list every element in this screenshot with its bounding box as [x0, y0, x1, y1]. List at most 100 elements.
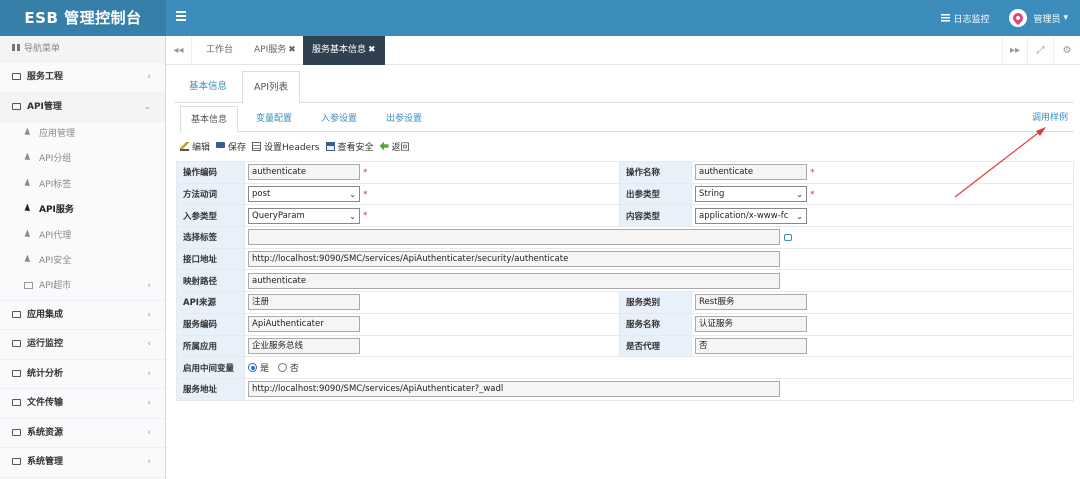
input-type-select[interactable]: QueryParam ⌄ [248, 207, 360, 224]
chevron-down-icon: ⌄ [796, 211, 803, 221]
tab-variable-config[interactable]: 变量配置 [246, 106, 302, 132]
field-cell: authenticate [244, 269, 1074, 293]
field-label: 选择标签 [176, 226, 245, 249]
sidebar-item-system-management[interactable]: 系统管理 ‹ [0, 448, 165, 478]
radio-unchecked-icon [277, 363, 287, 373]
tab-workbench[interactable]: 工作台 [197, 36, 242, 65]
sidebar-subitem-api-service[interactable]: API服务 [0, 198, 165, 223]
form-row: 所属应用 企业服务总线 是否代理 否 [176, 334, 1074, 358]
field-cell: post ⌄ * [244, 182, 620, 206]
tab-input-params[interactable]: 入参设置 [311, 106, 367, 132]
folder-icon [12, 73, 21, 80]
sidebar-subitem-api-proxy[interactable]: API代理 [0, 224, 165, 249]
form-row: 选择标签 [176, 226, 1074, 249]
sidebar-item-app-integration[interactable]: 应用集成 ‹ [0, 301, 165, 331]
service-type-field[interactable]: Rest服务 [695, 294, 807, 311]
form-row: 服务地址 http://localhost:9090/SMC/services/… [176, 377, 1074, 401]
tab-service-basic-info[interactable]: 服务基本信息 ✖ [303, 36, 385, 65]
gear-icon[interactable]: ⚙ [1054, 36, 1080, 65]
close-icon[interactable]: ✖ [368, 45, 376, 55]
field-label: 方法动词 [176, 182, 245, 206]
tab-api-list[interactable]: API列表 [242, 71, 301, 104]
log-monitor-link[interactable]: 日志监控 [941, 12, 989, 25]
field-label: 映射路径 [176, 269, 245, 293]
sidebar-subitem-api-market[interactable]: API超市 ‹ [0, 274, 165, 299]
menu-toggle-icon[interactable] [176, 11, 186, 23]
service-address-field[interactable]: http://localhost:9090/SMC/services/ApiAu… [248, 381, 780, 398]
user-menu[interactable]: 管理员 ▾ [1009, 9, 1068, 27]
field-cell [244, 226, 1074, 249]
fullscreen-icon[interactable]: ⤢ [1028, 36, 1054, 65]
folder-icon [12, 428, 21, 436]
op-code-field[interactable]: authenticate [248, 164, 360, 181]
sidebar-item-service-project[interactable]: 服务工程 ‹ [0, 63, 165, 93]
pencil-icon [180, 141, 189, 151]
call-sample-link[interactable]: 调用样例 [1032, 106, 1068, 130]
middleware-yes-radio[interactable]: 是 [248, 363, 269, 374]
folder-icon [12, 310, 21, 318]
sidebar-item-file-transfer[interactable]: 文件传输 ‹ [0, 389, 165, 419]
tab-inner-basic-info[interactable]: 基本信息 [180, 106, 239, 133]
tab-scroll-right-icon[interactable]: ▸▸ [1002, 36, 1028, 65]
field-label: 入参类型 [176, 204, 245, 228]
location-pin-icon [1011, 10, 1026, 26]
edit-label: 编辑 [192, 142, 211, 153]
field-label: 是否代理 [619, 334, 692, 358]
required-mark: * [810, 189, 815, 200]
sidebar-subitem-api-security[interactable]: API安全 [0, 249, 165, 274]
set-headers-label: 设置Headers [264, 142, 320, 153]
sidebar-group-api: API管理 ⌄ 应用管理 API分组 API标签 API服务 API代理 API… [0, 92, 165, 301]
field-label: 内容类型 [619, 204, 692, 228]
application-field[interactable]: 企业服务总线 [248, 337, 360, 354]
service-name-field[interactable]: 认证服务 [695, 316, 807, 333]
tab-label: API服务 [254, 45, 287, 55]
tag-field[interactable] [248, 229, 780, 246]
service-code-field[interactable]: ApiAuthenticater [248, 316, 360, 333]
chevron-left-icon: ‹ [147, 368, 151, 379]
set-headers-button[interactable]: 设置Headers [252, 140, 320, 153]
sidebar-item-statistics[interactable]: 统计分析 ‹ [0, 360, 165, 390]
output-type-select[interactable]: String ⌄ [695, 186, 807, 203]
chevron-down-icon: ⌄ [796, 190, 803, 200]
back-label: 返回 [391, 142, 410, 153]
field-label: 所属应用 [176, 334, 245, 358]
field-cell: ApiAuthenticater [244, 312, 620, 336]
sidebar-item-label: 运行监控 [27, 339, 64, 350]
close-icon[interactable]: ✖ [288, 45, 296, 55]
sidebar-item-api-management[interactable]: API管理 ⌄ [0, 92, 165, 122]
api-source-field[interactable]: 注册 [248, 294, 360, 311]
mapping-path-field[interactable]: authenticate [248, 272, 780, 289]
content-type-select[interactable]: application/x-www-fc ⌄ [695, 207, 807, 224]
chevron-down-icon: ⌄ [349, 190, 356, 200]
sidebar-item-system-resources[interactable]: 系统资源 ‹ [0, 419, 165, 449]
field-label: 操作名称 [619, 161, 692, 184]
op-name-field[interactable]: authenticate [695, 164, 807, 181]
required-mark: * [363, 167, 368, 178]
tab-api-service[interactable]: API服务 ✖ [245, 36, 305, 65]
view-security-button[interactable]: 查看安全 [325, 140, 374, 153]
back-arrow-icon [379, 141, 389, 151]
sidebar-subitem-app-management[interactable]: 应用管理 [0, 122, 165, 147]
tag-picker-icon[interactable] [784, 233, 792, 241]
field-cell: 企业服务总线 [244, 334, 620, 358]
method-select[interactable]: post ⌄ [248, 186, 360, 203]
window-icon [325, 141, 335, 151]
sidebar-subitem-api-group[interactable]: API分组 [0, 147, 165, 172]
tab-basic-info[interactable]: 基本信息 [178, 71, 238, 103]
tab-output-params[interactable]: 出参设置 [376, 106, 432, 132]
leaf-icon [23, 229, 33, 239]
field-cell: application/x-www-fc ⌄ [691, 204, 1074, 228]
edit-button[interactable]: 编辑 [180, 140, 210, 153]
chevron-left-icon: ‹ [147, 457, 151, 468]
tab-scroll-left-icon[interactable]: ◂◂ [166, 36, 192, 65]
save-button[interactable]: 保存 [216, 140, 246, 153]
back-button[interactable]: 返回 [379, 140, 410, 153]
sidebar-item-runtime-monitor[interactable]: 运行监控 ‹ [0, 330, 165, 360]
endpoint-field[interactable]: http://localhost:9090/SMC/services/ApiAu… [248, 251, 780, 268]
is-proxy-field[interactable]: 否 [695, 337, 807, 354]
form-row: API来源 注册 服务类别 Rest服务 [176, 291, 1074, 314]
app-logo[interactable]: ESB 管理控制台 [0, 0, 166, 36]
api-form: 操作编码 authenticate * 操作名称 authenticate * 方法… [176, 161, 1074, 401]
sidebar-subitem-api-tag[interactable]: API标签 [0, 173, 165, 198]
middleware-no-radio[interactable]: 否 [277, 363, 299, 374]
